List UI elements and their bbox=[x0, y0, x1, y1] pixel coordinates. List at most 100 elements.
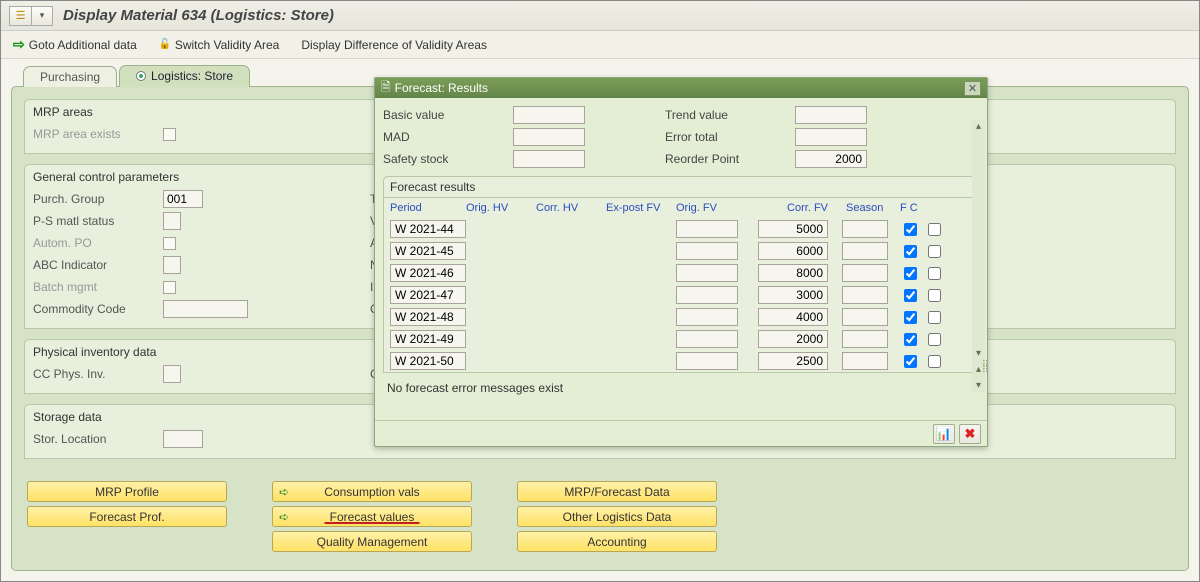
button-bar: MRP Profile Forecast Prof. ➪Consumption … bbox=[27, 481, 717, 552]
consumption-vals-button[interactable]: ➪Consumption vals bbox=[272, 481, 472, 502]
chart-button[interactable]: 📊 bbox=[933, 424, 955, 444]
checkbox-mrp-exists[interactable] bbox=[163, 128, 176, 141]
status-message: No forecast error messages exist bbox=[383, 373, 979, 395]
input-commodity[interactable] bbox=[163, 300, 248, 318]
checkbox-f[interactable] bbox=[904, 355, 917, 368]
switch-validity-button[interactable]: 🔓 Switch Validity Area bbox=[159, 38, 280, 52]
label-mad: MAD bbox=[383, 130, 513, 144]
cell-orig-fv[interactable] bbox=[676, 330, 738, 348]
cancel-icon: ✖ bbox=[965, 426, 976, 442]
cell-corr-fv[interactable] bbox=[758, 330, 828, 348]
cell-period[interactable] bbox=[390, 264, 466, 282]
checkbox-f[interactable] bbox=[904, 223, 917, 236]
col-season[interactable]: Season bbox=[828, 202, 894, 214]
cell-period[interactable] bbox=[390, 352, 466, 370]
cancel-button[interactable]: ✖ bbox=[959, 424, 981, 444]
tab-logistics-store[interactable]: Logistics: Store bbox=[119, 65, 250, 87]
accounting-button[interactable]: Accounting bbox=[517, 531, 717, 552]
checkbox-c[interactable] bbox=[928, 311, 941, 324]
col-orig-fv[interactable]: Orig. FV bbox=[676, 202, 748, 214]
forecast-prof-button[interactable]: Forecast Prof. bbox=[27, 506, 227, 527]
label-abc: ABC Indicator bbox=[33, 258, 163, 272]
resize-handle-icon[interactable]: ⠿⠿ bbox=[982, 363, 987, 373]
cell-season[interactable] bbox=[842, 286, 888, 304]
checkbox-f[interactable] bbox=[904, 245, 917, 258]
cell-orig-fv[interactable] bbox=[676, 352, 738, 370]
checkbox-f[interactable] bbox=[904, 333, 917, 346]
popup-doc-icon: 🗎 bbox=[381, 78, 391, 99]
display-difference-button[interactable]: Display Difference of Validity Areas bbox=[301, 38, 487, 52]
input-ps-status[interactable] bbox=[163, 212, 181, 230]
checkbox-f[interactable] bbox=[904, 267, 917, 280]
forecast-results-popup: 🗎 Forecast: Results ✕ Basic value Trend … bbox=[374, 77, 988, 447]
checkbox-c[interactable] bbox=[928, 267, 941, 280]
col-corr-fv[interactable]: Corr. FV bbox=[748, 202, 828, 214]
cell-season[interactable] bbox=[842, 330, 888, 348]
dropdown-icon[interactable]: ▾ bbox=[31, 6, 53, 26]
scroll-down-icon[interactable]: ▾ bbox=[972, 347, 985, 360]
input-cc-phys[interactable] bbox=[163, 365, 181, 383]
forecast-values-button[interactable]: ➪Forecast values bbox=[272, 506, 472, 527]
cell-corr-fv[interactable] bbox=[758, 220, 828, 238]
col-orig-hv[interactable]: Orig. HV bbox=[466, 202, 536, 214]
close-button[interactable]: ✕ bbox=[964, 81, 981, 96]
cell-orig-fv[interactable] bbox=[676, 220, 738, 238]
checkbox-c[interactable] bbox=[928, 333, 941, 346]
cell-orig-fv[interactable] bbox=[676, 242, 738, 260]
input-purch-group[interactable] bbox=[163, 190, 203, 208]
checkbox-batch[interactable] bbox=[163, 281, 176, 294]
mrp-profile-button[interactable]: MRP Profile bbox=[27, 481, 227, 502]
label-ps-status: P-S matl status bbox=[33, 214, 163, 228]
checkbox-c[interactable] bbox=[928, 355, 941, 368]
input-reorder-point[interactable] bbox=[795, 150, 867, 168]
input-safety-stock[interactable] bbox=[513, 150, 585, 168]
cell-orig-fv[interactable] bbox=[676, 308, 738, 326]
col-fc[interactable]: F C bbox=[894, 202, 934, 214]
input-trend-value[interactable] bbox=[795, 106, 867, 124]
cell-period[interactable] bbox=[390, 220, 466, 238]
cell-period[interactable] bbox=[390, 308, 466, 326]
cell-season[interactable] bbox=[842, 352, 888, 370]
cell-corr-fv[interactable] bbox=[758, 286, 828, 304]
scroll-down-icon[interactable]: ▾ bbox=[972, 379, 985, 392]
input-abc[interactable] bbox=[163, 256, 181, 274]
cell-corr-fv[interactable] bbox=[758, 308, 828, 326]
quality-mgmt-button[interactable]: Quality Management bbox=[272, 531, 472, 552]
input-basic-value[interactable] bbox=[513, 106, 585, 124]
scroll-up-icon[interactable]: ▴ bbox=[972, 120, 985, 133]
label-reorder-point: Reorder Point bbox=[665, 152, 795, 166]
scroll-bar[interactable]: ▴ ▾ ▴ ▾ bbox=[972, 120, 985, 392]
checkbox-c[interactable] bbox=[928, 289, 941, 302]
cell-period[interactable] bbox=[390, 242, 466, 260]
menu-icon[interactable]: ☰ bbox=[9, 6, 31, 26]
cell-corr-fv[interactable] bbox=[758, 264, 828, 282]
checkbox-c[interactable] bbox=[928, 223, 941, 236]
col-ex-post-fv[interactable]: Ex-post FV bbox=[606, 202, 676, 214]
tab-purchasing[interactable]: Purchasing bbox=[23, 66, 117, 87]
other-logistics-button[interactable]: Other Logistics Data bbox=[517, 506, 717, 527]
popup-title-bar: 🗎 Forecast: Results ✕ bbox=[375, 78, 987, 98]
table-row bbox=[384, 218, 978, 240]
cell-period[interactable] bbox=[390, 286, 466, 304]
cell-orig-fv[interactable] bbox=[676, 286, 738, 304]
cell-corr-fv[interactable] bbox=[758, 242, 828, 260]
checkbox-f[interactable] bbox=[904, 289, 917, 302]
cell-period[interactable] bbox=[390, 330, 466, 348]
input-stor-loc[interactable] bbox=[163, 430, 203, 448]
cell-season[interactable] bbox=[842, 264, 888, 282]
input-mad[interactable] bbox=[513, 128, 585, 146]
goto-additional-data-button[interactable]: ⇨ Goto Additional data bbox=[13, 36, 137, 53]
checkbox-c[interactable] bbox=[928, 245, 941, 258]
cell-orig-fv[interactable] bbox=[676, 264, 738, 282]
checkbox-f[interactable] bbox=[904, 311, 917, 324]
cell-season[interactable] bbox=[842, 220, 888, 238]
input-error-total[interactable] bbox=[795, 128, 867, 146]
cell-corr-fv[interactable] bbox=[758, 352, 828, 370]
cell-season[interactable] bbox=[842, 308, 888, 326]
table-row bbox=[384, 284, 978, 306]
col-period[interactable]: Period bbox=[384, 202, 466, 214]
checkbox-autom-po[interactable] bbox=[163, 237, 176, 250]
cell-season[interactable] bbox=[842, 242, 888, 260]
mrp-forecast-data-button[interactable]: MRP/Forecast Data bbox=[517, 481, 717, 502]
col-corr-hv[interactable]: Corr. HV bbox=[536, 202, 606, 214]
